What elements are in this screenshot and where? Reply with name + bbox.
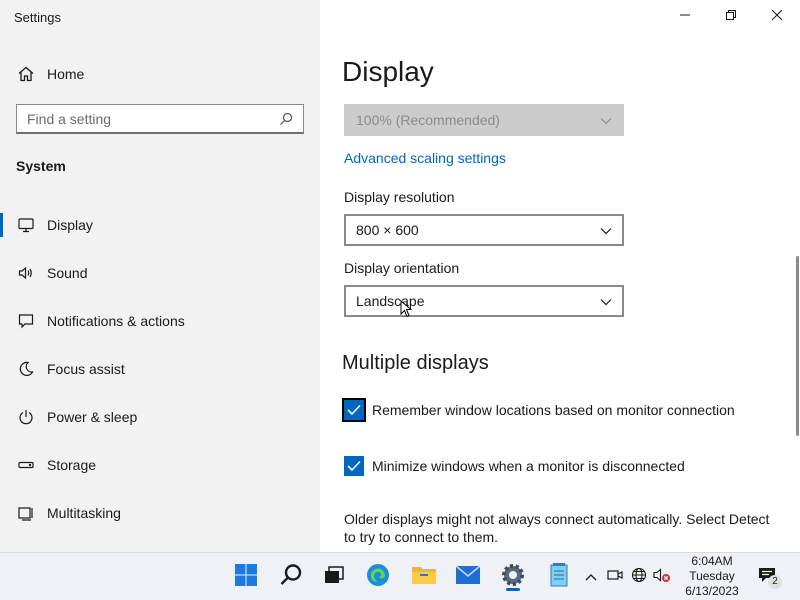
sidebar-item-label: Focus assist bbox=[47, 361, 125, 377]
minimize-windows-checkbox[interactable] bbox=[344, 456, 364, 476]
network-button[interactable] bbox=[630, 567, 648, 588]
settings-window: Settings Home Find a setting System Disp… bbox=[0, 0, 800, 552]
restore-icon bbox=[726, 7, 736, 25]
volume-button[interactable] bbox=[653, 567, 671, 588]
resolution-label: Display resolution bbox=[344, 189, 455, 205]
home-icon bbox=[16, 64, 36, 84]
settings-taskbar-button[interactable] bbox=[497, 561, 529, 593]
clock-date: 6/13/2023 bbox=[685, 584, 739, 598]
search-placeholder: Find a setting bbox=[27, 110, 112, 127]
sidebar-item-focus-assist[interactable]: Focus assist bbox=[0, 345, 320, 393]
monitor-icon bbox=[18, 217, 34, 233]
scale-value: 100% (Recommended) bbox=[356, 112, 500, 128]
sidebar-item-label: Storage bbox=[47, 457, 97, 473]
sidebar-item-power-sleep[interactable]: Power & sleep bbox=[0, 393, 320, 441]
mail-icon bbox=[455, 564, 481, 590]
page-title: Display bbox=[342, 56, 434, 87]
notification-count-badge: 2 bbox=[768, 575, 782, 589]
edge-button[interactable] bbox=[362, 561, 394, 593]
camera-icon bbox=[607, 568, 623, 587]
clock-day: Tuesday bbox=[689, 569, 735, 583]
resolution-dropdown[interactable]: 800 × 600 bbox=[344, 214, 624, 246]
task-view-icon bbox=[323, 564, 345, 591]
section-title: System bbox=[16, 158, 66, 174]
sidebar-item-label: Display bbox=[47, 217, 93, 233]
sidebar-item-sound[interactable]: Sound bbox=[0, 249, 320, 297]
clock-time: 6:04AM bbox=[691, 554, 733, 568]
sidebar-item-label: Notifications & actions bbox=[47, 313, 185, 329]
scale-dropdown[interactable]: 100% (Recommended) bbox=[344, 104, 624, 136]
main-content: Display 100% (Recommended) Advanced scal… bbox=[320, 0, 800, 552]
sidebar-nav: Display Sound Notifications & actions Fo… bbox=[0, 201, 320, 537]
sidebar-item-label: Sound bbox=[47, 265, 88, 281]
mail-button[interactable] bbox=[452, 561, 484, 593]
orientation-value: Landscape bbox=[356, 293, 425, 309]
scrollbar[interactable] bbox=[796, 256, 799, 436]
power-icon bbox=[18, 409, 34, 425]
orientation-dropdown[interactable]: Landscape bbox=[344, 285, 624, 317]
sidebar-item-label: Multitasking bbox=[47, 505, 121, 521]
chevron-down-icon bbox=[600, 293, 612, 309]
file-explorer-button[interactable] bbox=[408, 561, 440, 593]
clock[interactable]: 6:04AM Tuesday 6/13/2023 bbox=[682, 554, 742, 599]
app-title: Settings bbox=[14, 10, 61, 25]
chevron-up-icon bbox=[585, 568, 597, 586]
sidebar-item-notifications[interactable]: Notifications & actions bbox=[0, 297, 320, 345]
home-nav-item[interactable]: Home bbox=[16, 62, 84, 86]
advanced-scaling-link[interactable]: Advanced scaling settings bbox=[344, 150, 506, 166]
taskbar: 6:04AM Tuesday 6/13/2023 bbox=[0, 552, 800, 600]
search-icon bbox=[279, 112, 293, 126]
meet-now-button[interactable] bbox=[606, 568, 624, 586]
sidebar: Settings Home Find a setting System Disp… bbox=[0, 0, 320, 552]
search-taskbar-button[interactable] bbox=[275, 561, 307, 593]
notepad-button[interactable] bbox=[543, 561, 575, 593]
close-icon bbox=[771, 7, 783, 25]
notification-icon bbox=[18, 313, 34, 329]
search-input[interactable]: Find a setting bbox=[16, 104, 304, 134]
sidebar-item-label: Power & sleep bbox=[47, 409, 138, 425]
task-view-button[interactable] bbox=[318, 561, 350, 593]
chevron-down-icon bbox=[600, 222, 612, 238]
chevron-down-icon bbox=[600, 112, 612, 128]
mouse-cursor bbox=[400, 299, 413, 323]
search-icon bbox=[279, 563, 303, 592]
remember-locations-label: Remember window locations based on monit… bbox=[372, 402, 735, 418]
remember-locations-checkbox-row[interactable]: Remember window locations based on monit… bbox=[342, 398, 735, 422]
orientation-label: Display orientation bbox=[344, 260, 460, 276]
windows-logo-icon bbox=[234, 563, 258, 592]
moon-icon bbox=[18, 361, 34, 377]
globe-icon bbox=[631, 567, 647, 588]
active-indicator bbox=[0, 213, 3, 237]
notepad-icon bbox=[549, 562, 569, 593]
sidebar-item-multitasking[interactable]: Multitasking bbox=[0, 489, 320, 537]
detect-note: Older displays might not always connect … bbox=[344, 511, 770, 545]
speaker-muted-icon bbox=[653, 567, 671, 588]
storage-icon bbox=[18, 457, 34, 473]
close-button[interactable] bbox=[754, 0, 800, 32]
folder-icon bbox=[411, 564, 437, 591]
start-button[interactable] bbox=[230, 561, 262, 593]
sidebar-item-display[interactable]: Display bbox=[0, 201, 320, 249]
remember-locations-checkbox[interactable] bbox=[342, 398, 366, 422]
resolution-value: 800 × 600 bbox=[356, 222, 419, 238]
speaker-icon bbox=[18, 265, 34, 281]
sidebar-item-storage[interactable]: Storage bbox=[0, 441, 320, 489]
minimize-windows-label: Minimize windows when a monitor is disco… bbox=[372, 458, 685, 474]
show-hidden-icons-button[interactable] bbox=[582, 568, 600, 586]
minimize-button[interactable] bbox=[662, 0, 708, 32]
multiple-displays-heading: Multiple displays bbox=[342, 352, 489, 374]
restore-button[interactable] bbox=[708, 0, 754, 32]
active-app-indicator bbox=[506, 588, 520, 591]
minimize-icon bbox=[680, 7, 690, 25]
minimize-windows-checkbox-row[interactable]: Minimize windows when a monitor is disco… bbox=[344, 456, 685, 476]
home-label: Home bbox=[47, 66, 85, 82]
multitasking-icon bbox=[18, 505, 34, 521]
edge-icon bbox=[366, 563, 390, 592]
